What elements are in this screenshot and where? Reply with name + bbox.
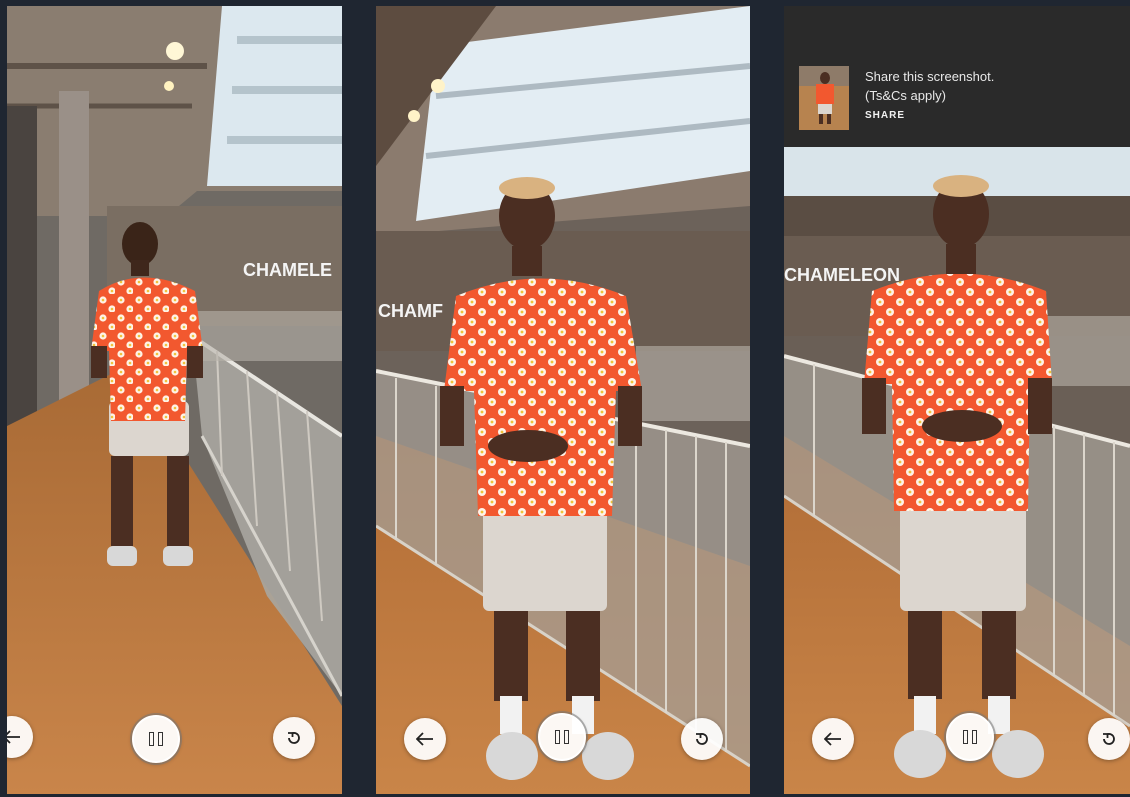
replay-icon	[696, 733, 708, 745]
wall-sign-text: CHAMF	[378, 301, 443, 321]
arrow-left-icon	[416, 732, 433, 746]
screenshot-thumbnail-image	[799, 66, 849, 130]
ar-scene-back-view: CHAMELE	[7, 6, 342, 794]
ar-view-panel-3: CHAMELEON Share this screenshot. (Ts&Cs …	[784, 6, 1130, 794]
share-message-line1: Share this screenshot.	[865, 69, 995, 84]
replay-button[interactable]	[1088, 718, 1130, 760]
pause-icon	[149, 732, 163, 746]
back-button[interactable]	[812, 718, 854, 760]
replay-button[interactable]	[273, 717, 315, 759]
pause-icon	[555, 730, 569, 744]
share-screenshot-banner: Share this screenshot. (Ts&Cs apply) SHA…	[784, 6, 1130, 147]
ar-view-panel-1: CHAMELE	[7, 6, 342, 794]
replay-button[interactable]	[681, 718, 723, 760]
wall-sign-text: CHAMELEON	[784, 265, 900, 285]
screenshot-thumbnail[interactable]	[799, 66, 849, 130]
arrow-left-icon	[7, 730, 20, 744]
replay-icon	[1103, 733, 1115, 745]
wall-sign-text: CHAMELE	[243, 260, 332, 280]
arrow-left-icon	[824, 732, 841, 746]
pause-button[interactable]	[946, 713, 994, 761]
back-button[interactable]	[404, 718, 446, 760]
ar-scene-front-view: CHAMF	[376, 6, 750, 794]
replay-icon	[288, 732, 300, 744]
pause-button[interactable]	[132, 715, 180, 763]
share-message: Share this screenshot. (Ts&Cs apply)	[865, 67, 994, 105]
share-message-line2: (Ts&Cs apply)	[865, 88, 946, 103]
pause-icon	[963, 730, 977, 744]
pause-button[interactable]	[538, 713, 586, 761]
ar-view-panel-2: CHAMF	[376, 6, 750, 794]
share-button[interactable]: SHARE	[865, 110, 905, 121]
